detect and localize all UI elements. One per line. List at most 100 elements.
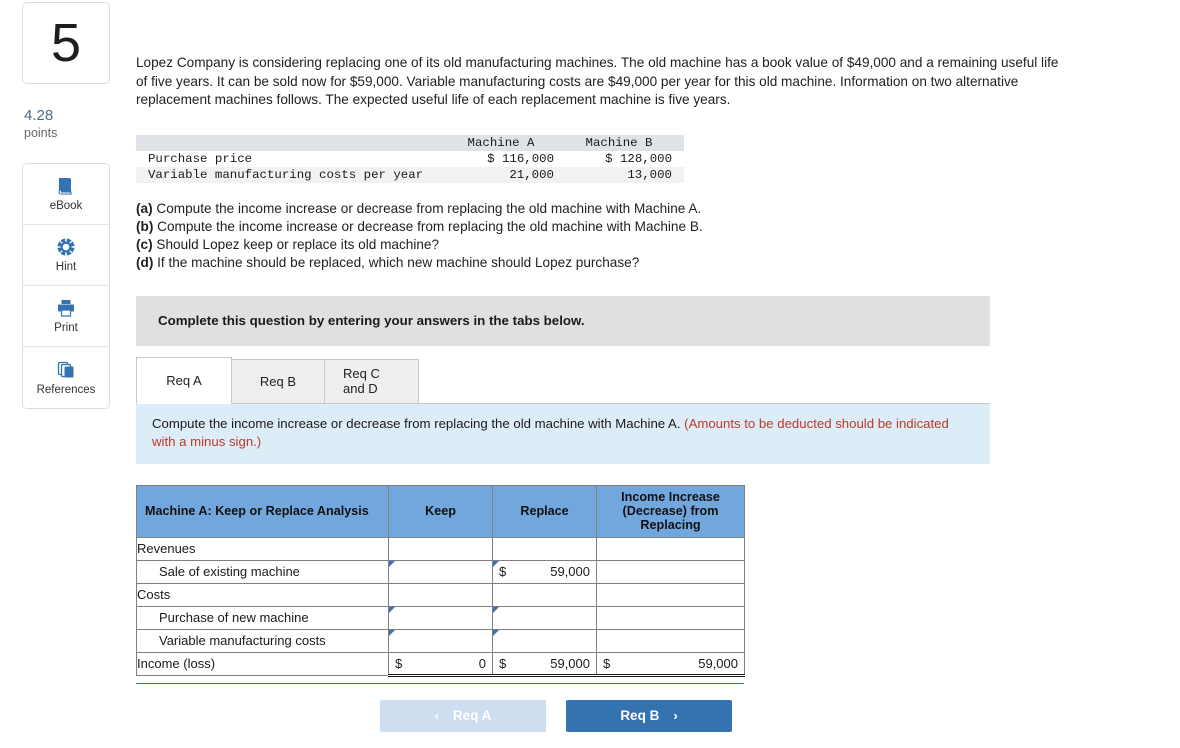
col-header-keep: Keep [388, 484, 493, 538]
table-row: Variable manufacturing costs [136, 628, 745, 653]
next-req-b-button[interactable]: Req B › [566, 699, 732, 732]
book-icon [56, 176, 76, 196]
info-bar-main: Compute the income increase or decrease … [152, 415, 685, 431]
table-row: Revenues [136, 536, 745, 561]
requirement-tag: (b) [136, 218, 154, 234]
prev-button-label: Req A [452, 708, 492, 724]
tab-req-b[interactable]: Req B [231, 358, 325, 403]
col-header-income-increase: Income Increase (Decrease) from Replacin… [596, 484, 745, 538]
requirements-list: (a) Compute the income increase or decre… [136, 200, 1166, 273]
amount-value: 59,000 [550, 564, 590, 580]
input-replace-sale-of-existing-machine[interactable]: $ 59,000 [492, 559, 597, 584]
info-bar: Compute the income increase or decrease … [136, 403, 990, 464]
table-row: Purchase of new machine [136, 605, 745, 630]
row-label-purchase-of-new-machine: Purchase of new machine [136, 605, 389, 630]
tool-print[interactable]: Print [23, 286, 109, 348]
question-number: 5 [50, 13, 82, 73]
question-stem: Lopez Company is considering replacing o… [136, 55, 1059, 108]
exhibit-row: Variable manufacturing costs per year 21… [136, 166, 684, 183]
tool-hint-label: Hint [55, 261, 77, 274]
lifebuoy-icon [56, 237, 76, 257]
tab-req-c-and-d[interactable]: Req C and D [324, 358, 419, 403]
cell-delta [596, 628, 745, 653]
cell-keep [388, 536, 493, 561]
currency-symbol: $ [603, 655, 611, 671]
currency-symbol: $ [499, 655, 507, 671]
question-main: Lopez Company is considering replacing o… [136, 0, 1166, 732]
requirement-tag: (a) [136, 200, 153, 216]
tool-references-label: References [36, 383, 96, 396]
exhibit-table: Machine A Machine B Purchase price $ 116… [136, 134, 684, 183]
input-keep-variable-manufacturing-costs[interactable] [388, 628, 493, 653]
exhibit-row-machine-b: 13,000 [627, 167, 672, 182]
exhibit-header-machine-b: Machine B [585, 135, 653, 150]
row-label-costs: Costs [136, 582, 389, 607]
exhibit-header-machine-a: Machine A [467, 135, 535, 150]
requirement-text: If the machine should be replaced, which… [157, 255, 640, 271]
exhibit-row-label: Variable manufacturing costs per year [148, 167, 424, 182]
row-label-revenues: Revenues [136, 536, 389, 561]
exhibit-row-machine-a: $ 116,000 [487, 151, 554, 166]
cell-delta-income-loss: $ 59,000 [596, 651, 745, 677]
cell-replace-income-loss: $ 59,000 [492, 651, 597, 677]
row-label-variable-manufacturing-costs: Variable manufacturing costs [136, 628, 389, 653]
requirement-text: Compute the income increase or decrease … [157, 218, 703, 234]
answer-grid-header-row: Machine A: Keep or Replace Analysis Keep… [136, 484, 745, 538]
cell-replace [492, 582, 597, 607]
nav-buttons: ‹ Req A Req B › [136, 699, 744, 732]
tool-ebook-label: eBook [49, 200, 83, 213]
cell-replace [492, 536, 597, 561]
exhibit-header-row: Machine A Machine B [136, 134, 684, 151]
instruction-bar: Complete this question by entering your … [136, 295, 990, 346]
requirement-item: (b) Compute the income increase or decre… [136, 218, 1166, 236]
table-row: Sale of existing machine $ 59,000 [136, 559, 745, 584]
requirement-tag: (d) [136, 255, 154, 271]
input-keep-purchase-of-new-machine[interactable] [388, 605, 493, 630]
tool-hint[interactable]: Hint [23, 225, 109, 287]
question-rail: 5 4.28 points eBook Hint Print Reference… [22, 2, 112, 410]
prev-req-a-button[interactable]: ‹ Req A [380, 699, 546, 732]
tool-ebook[interactable]: eBook [23, 164, 109, 226]
tool-print-label: Print [54, 322, 78, 335]
currency-symbol: $ [395, 655, 403, 671]
currency-symbol: $ [499, 564, 507, 580]
input-keep-sale-of-existing-machine[interactable] [388, 559, 493, 584]
answer-grid-wrap: Machine A: Keep or Replace Analysis Keep… [136, 484, 745, 684]
input-replace-variable-manufacturing-costs[interactable] [492, 628, 597, 653]
points-label: points [24, 125, 58, 140]
table-row-total: Income (loss) $ 0 $ 59,000 $ 59,000 [136, 651, 745, 677]
exhibit-row: Purchase price $ 116,000 $ 128,000 [136, 150, 684, 167]
cell-delta [596, 559, 745, 584]
requirement-tabs: Req A Req B Req C and D [136, 356, 990, 404]
tool-stack: eBook Hint Print References [22, 163, 110, 410]
chevron-left-icon: ‹ [434, 708, 439, 724]
input-replace-purchase-of-new-machine[interactable] [492, 605, 597, 630]
copy-stack-icon [56, 360, 76, 380]
col-header-replace: Replace [492, 484, 597, 538]
requirement-text: Compute the income increase or decrease … [156, 200, 702, 216]
amount-value: 59,000 [550, 655, 590, 671]
requirement-item: (c) Should Lopez keep or replace its old… [136, 236, 1166, 254]
amount-value: 59,000 [698, 655, 738, 671]
requirement-text: Should Lopez keep or replace its old mac… [156, 237, 440, 253]
next-button-label: Req B [620, 708, 660, 724]
table-row: Costs [136, 582, 745, 607]
printer-icon [56, 298, 76, 318]
tab-req-a[interactable]: Req A [136, 356, 232, 404]
exhibit-row-machine-b: $ 128,000 [605, 151, 672, 166]
cell-delta [596, 605, 745, 630]
cell-delta [596, 582, 745, 607]
exhibit-row-machine-a: 21,000 [509, 167, 554, 182]
row-label-sale-of-existing-machine: Sale of existing machine [136, 559, 389, 584]
amount-value: 0 [478, 655, 486, 671]
row-label-income-loss: Income (loss) [136, 651, 389, 676]
tool-references[interactable]: References [23, 347, 109, 409]
col-header-analysis: Machine A: Keep or Replace Analysis [136, 484, 389, 538]
cell-keep-income-loss: $ 0 [388, 651, 493, 677]
points-block: 4.28 points [22, 107, 112, 141]
exhibit-header-blank [136, 135, 448, 151]
cell-keep [388, 582, 493, 607]
requirement-item: (d) If the machine should be replaced, w… [136, 254, 1166, 272]
cell-delta [596, 536, 745, 561]
answer-grid: Machine A: Keep or Replace Analysis Keep… [136, 484, 745, 677]
